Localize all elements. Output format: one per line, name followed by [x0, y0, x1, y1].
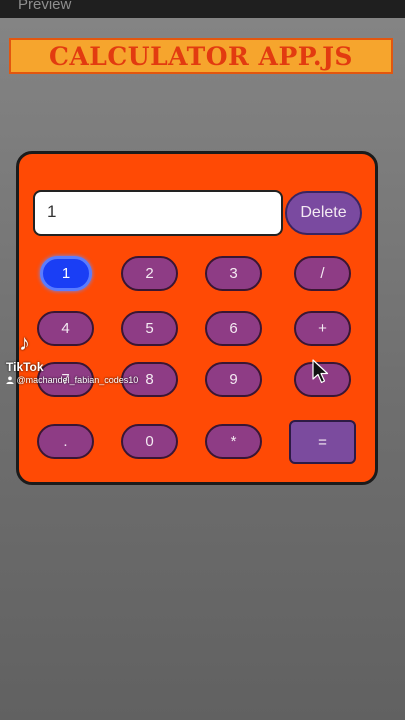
key-0-button[interactable]: 0: [121, 424, 178, 459]
tiktok-brand: TikTok: [6, 360, 44, 374]
key-3-button[interactable]: 3: [205, 256, 262, 291]
key-multiply-button[interactable]: *: [205, 424, 262, 459]
preview-label: Preview: [18, 0, 72, 13]
calculator-display[interactable]: 1: [33, 190, 283, 236]
user-icon: [6, 376, 14, 384]
key-1-button[interactable]: 1: [40, 256, 92, 291]
key-divide-button[interactable]: /: [294, 256, 351, 291]
tiktok-username-text: @machandel_fabian_codes10: [16, 375, 139, 385]
key-plus-button[interactable]: +: [294, 311, 351, 346]
key-decimal-button[interactable]: .: [37, 424, 94, 459]
preview-bar: Preview: [0, 0, 405, 18]
key-6-button[interactable]: 6: [205, 311, 262, 346]
app-title-banner: CALCULATOR APP.JS: [9, 38, 393, 74]
tiktok-username: @machandel_fabian_codes10: [6, 375, 138, 385]
key-2-button[interactable]: 2: [121, 256, 178, 291]
mouse-cursor-icon: [311, 359, 331, 390]
delete-button[interactable]: Delete: [285, 191, 362, 235]
key-9-button[interactable]: 9: [205, 362, 262, 397]
tiktok-note-icon: ♪: [19, 330, 30, 355]
equals-button[interactable]: =: [289, 420, 356, 464]
key-4-button[interactable]: 4: [37, 311, 94, 346]
key-5-button[interactable]: 5: [121, 311, 178, 346]
